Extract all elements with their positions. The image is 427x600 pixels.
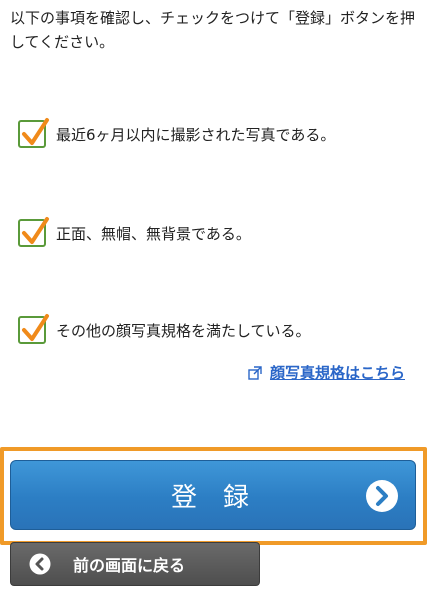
checklist-item-front-face[interactable]: 正面、無帽、無背景である。 [18, 217, 251, 247]
checklist-item-other-specs[interactable]: その他の顔写真規格を満たしている。 [18, 314, 311, 344]
check-mark-icon [22, 118, 49, 145]
photo-spec-link[interactable]: 顔写真規格はこちら [248, 362, 405, 383]
check-mark-icon [22, 217, 49, 244]
checklist-label: 最近6ヶ月以内に撮影された写真である。 [56, 125, 336, 144]
external-link-icon [248, 365, 262, 380]
checklist-item-recent-photo[interactable]: 最近6ヶ月以内に撮影された写真である。 [18, 118, 336, 148]
checklist-label: その他の顔写真規格を満たしている。 [56, 321, 311, 340]
checkbox-other-specs[interactable] [18, 314, 49, 344]
chevron-left-circle-icon [29, 553, 51, 575]
photo-spec-link-label[interactable]: 顔写真規格はこちら [270, 362, 405, 383]
checkbox-recent-photo[interactable] [18, 118, 49, 148]
register-button-label: 登録 [170, 482, 275, 513]
register-button[interactable]: 登録 [10, 460, 416, 530]
chevron-right-circle-icon [366, 480, 398, 512]
back-button[interactable]: 前の画面に戻る [10, 542, 260, 586]
checkbox-front-face[interactable] [18, 217, 49, 247]
instruction-text: 以下の事項を確認し、チェックをつけて「登録」ボタンを押してください。 [10, 9, 416, 51]
checklist-label: 正面、無帽、無背景である。 [56, 224, 251, 243]
back-button-label: 前の画面に戻る [73, 556, 186, 575]
check-mark-icon [22, 314, 49, 341]
